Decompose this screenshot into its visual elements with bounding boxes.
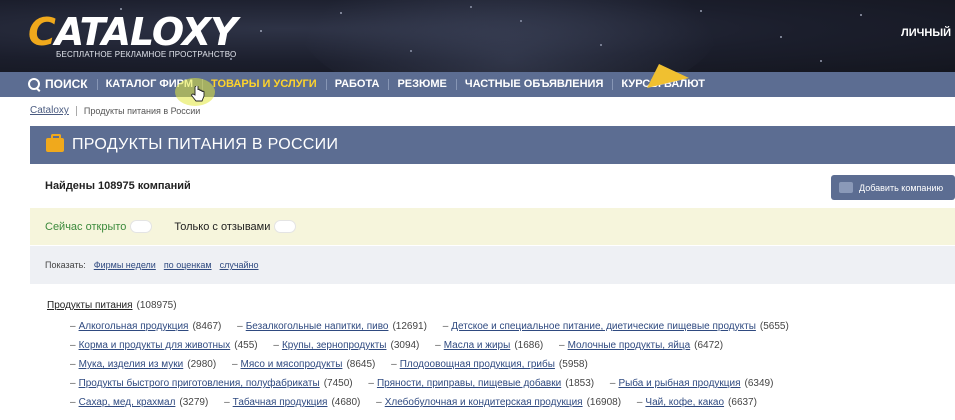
subcategory-link[interactable]: Мука, изделия из муки [79, 359, 184, 370]
hand-cursor-icon [191, 86, 205, 102]
sort-options: Показать: Фирмы недели по оценкам случай… [30, 246, 955, 284]
briefcase-icon [46, 134, 64, 152]
subcategory-count: (8467) [192, 321, 222, 332]
search-icon [28, 78, 41, 91]
nav-resume[interactable]: РЕЗЮМЕ [388, 72, 455, 97]
briefcase-icon [839, 182, 853, 193]
subcategory-link[interactable]: Хлебобулочная и кондитерская продукция [385, 397, 583, 408]
filters-bar: Сейчас открыто Только с отзывами [30, 208, 955, 245]
subcategory-count: (6472) [694, 340, 724, 351]
subcategory-count: (1853) [565, 378, 595, 389]
subcategory-count: (5655) [759, 321, 789, 332]
subcategory-count: (1686) [514, 340, 544, 351]
show-label: Показать: [45, 260, 86, 270]
subcategory-count: (16908) [586, 397, 622, 408]
subcategory-link[interactable]: Корма и продукты для животных [79, 340, 231, 351]
open-now-toggle[interactable] [130, 220, 153, 233]
subcategory-link[interactable]: Рыба и рыбная продукция [618, 378, 740, 389]
nav-classifieds[interactable]: ЧАСТНЫЕ ОБЪЯВЛЕНИЯ [455, 72, 612, 97]
subcategory-link[interactable]: Детское и специальное питание, диетическ… [451, 321, 756, 332]
main-nav: ПОИСК КАТАЛОГ ФИРМ ТОВАРЫ И УСЛУГИ РАБОТ… [0, 72, 955, 97]
personal-account-link[interactable]: ЛИЧНЫЙ [901, 27, 951, 39]
logo-tagline: БЕСПЛАТНОЕ РЕКЛАМНОЕ ПРОСТРАНСТВО [56, 50, 237, 59]
site-header: CATALOXY БЕСПЛАТНОЕ РЕКЛАМНОЕ ПРОСТРАНСТ… [0, 0, 955, 72]
subcategory-row: – Сахар, мед, крахмал (3279) – Табачная про… [70, 397, 757, 408]
subcategory-row: – Продукты быстрого приготовления, полуфа… [70, 378, 774, 389]
logo-text-rest: ATALOXY [54, 10, 238, 54]
subcategory-link[interactable]: Мясо и мясопродукты [241, 359, 343, 370]
subcategory-link[interactable]: Молочные продукты, яйца [568, 340, 691, 351]
subcategory-link[interactable]: Продукты быстрого приготовления, полуфаб… [79, 378, 320, 389]
nav-goods-services[interactable]: ТОВАРЫ И УСЛУГИ [202, 72, 326, 97]
subcategory-link[interactable]: Сахар, мед, крахмал [79, 397, 176, 408]
paper-plane-icon [647, 64, 689, 88]
subcategory-count: (8645) [346, 359, 376, 370]
subcategory-count: (455) [234, 340, 258, 351]
breadcrumb-current: Продукты питания в России [83, 105, 201, 116]
subcategory-row: – Алкогольная продукция (8467) – Безалкогол… [70, 321, 789, 332]
subcategory-count: (7450) [323, 378, 353, 389]
subcategory-link[interactable]: Табачная продукция [233, 397, 328, 408]
subcategory-link[interactable]: Алкогольная продукция [79, 321, 189, 332]
results-summary: Найдены 108975 компаний Добавить компани… [30, 164, 955, 208]
site-logo[interactable]: CATALOXY БЕСПЛАТНОЕ РЕКЛАМНОЕ ПРОСТРАНСТ… [28, 10, 238, 59]
add-company-button[interactable]: Добавить компанию [831, 175, 955, 200]
subcategory-row: – Корма и продукты для животных (455) – Кру… [70, 340, 724, 351]
subcategory-link[interactable]: Крупы, зернопродукты [282, 340, 387, 351]
subcategory-count: (6637) [728, 397, 757, 408]
show-firms-of-week-link[interactable]: Фирмы недели [94, 260, 156, 270]
reviews-only-label: Только с отзывами [174, 220, 271, 233]
breadcrumb: Cataloxy Продукты питания в России [30, 105, 200, 116]
logo-wordmark: CATALOXY [28, 10, 238, 54]
subcategory-count: (3279) [179, 397, 209, 408]
add-company-label: Добавить компанию [859, 182, 944, 193]
subcategory-count: (6349) [744, 378, 774, 389]
breadcrumb-separator [75, 105, 77, 116]
page-title-bar: ПРОДУКТЫ ПИТАНИЯ В РОССИИ [30, 126, 955, 164]
subcategory-count: (5958) [558, 359, 588, 370]
reviews-only-toggle[interactable] [274, 220, 297, 233]
open-now-label: Сейчас открыто [45, 220, 127, 233]
category-food-link[interactable]: Продукты питания [47, 300, 133, 311]
nav-search[interactable]: ПОИСК [28, 72, 97, 97]
show-random-link[interactable]: случайно [220, 260, 259, 270]
subcategory-count: (12691) [392, 321, 427, 332]
category-count: (108975) [136, 300, 177, 311]
subcategory-link[interactable]: Плодоовощная продукция, грибы [400, 359, 555, 370]
subcategory-link[interactable]: Масла и жиры [444, 340, 511, 351]
category-heading: Продукты питания (108975) [47, 300, 177, 311]
subcategory-row: – Мука, изделия из муки (2980) – Мясо и мяс… [70, 359, 588, 370]
nav-jobs[interactable]: РАБОТА [325, 72, 389, 97]
subcategory-link[interactable]: Чай, кофе, какао [645, 397, 724, 408]
nav-search-label: ПОИСК [45, 77, 88, 91]
show-by-rating-link[interactable]: по оценкам [164, 260, 212, 270]
subcategory-link[interactable]: Пряности, приправы, пищевые добавки [377, 378, 561, 389]
subcategory-count: (2980) [187, 359, 217, 370]
subcategory-count: (4680) [331, 397, 361, 408]
page-title: ПРОДУКТЫ ПИТАНИЯ В РОССИИ [72, 136, 339, 153]
subcategory-link[interactable]: Безалкогольные напитки, пиво [246, 321, 389, 332]
subcategory-count: (3094) [390, 340, 420, 351]
results-count: Найдены 108975 компаний [45, 180, 191, 192]
breadcrumb-home-link[interactable]: Cataloxy [30, 105, 69, 116]
